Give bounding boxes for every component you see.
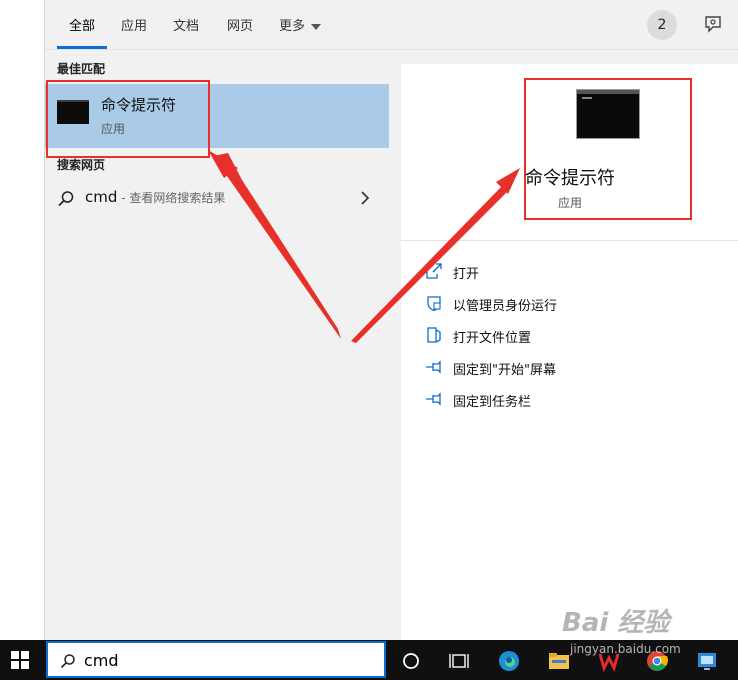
best-match-title: 命令提示符 bbox=[101, 96, 177, 114]
taskbar-search-input[interactable] bbox=[84, 649, 374, 671]
action-open[interactable]: 打开 bbox=[425, 260, 725, 284]
command-prompt-icon bbox=[57, 100, 89, 124]
detail-title: 命令提示符 bbox=[525, 168, 615, 189]
watermark-url: jingyan.baidu.com bbox=[570, 642, 681, 656]
web-query: cmd bbox=[85, 188, 118, 206]
best-match-item[interactable]: 命令提示符 应用 bbox=[45, 84, 389, 148]
search-icon bbox=[60, 654, 75, 669]
chevron-right-icon[interactable] bbox=[358, 190, 372, 206]
start-search-panel: 全部 应用 文档 网页 更多 2 最佳匹配 命令提示符 应用 搜索网页 cmd … bbox=[44, 0, 738, 640]
task-view-icon[interactable] bbox=[448, 650, 470, 672]
tab-web[interactable]: 网页 bbox=[227, 15, 253, 34]
file-explorer-icon[interactable] bbox=[548, 650, 570, 672]
feedback-icon[interactable] bbox=[703, 14, 723, 34]
action-open-file-location[interactable]: 打开文件位置 bbox=[425, 324, 725, 348]
action-run-as-admin[interactable]: 以管理员身份运行 bbox=[425, 292, 725, 316]
tab-documents[interactable]: 文档 bbox=[173, 15, 199, 34]
pin-icon bbox=[426, 392, 441, 406]
search-web-heading: 搜索网页 bbox=[57, 158, 106, 172]
rewards-badge[interactable]: 2 bbox=[647, 10, 677, 40]
watermark: Bai 经验 jingyan.baidu.com bbox=[562, 602, 681, 656]
tab-apps[interactable]: 应用 bbox=[121, 15, 147, 34]
detail-subtitle: 应用 bbox=[557, 196, 582, 210]
file-location-icon bbox=[427, 327, 441, 343]
desktop-strip bbox=[0, 0, 44, 640]
edge-browser-icon[interactable] bbox=[498, 650, 520, 672]
best-match-heading: 最佳匹配 bbox=[57, 62, 106, 76]
tab-all[interactable]: 全部 bbox=[69, 15, 95, 34]
web-result-description: - 查看网络搜索结果 bbox=[117, 191, 226, 205]
control-panel-icon[interactable] bbox=[696, 650, 718, 672]
action-open-label: 打开 bbox=[453, 267, 480, 282]
action-pin-to-taskbar[interactable]: 固定到任务栏 bbox=[425, 388, 725, 412]
cortana-icon[interactable] bbox=[400, 650, 422, 672]
detail-pane: 命令提示符 应用 打开 以管理员身份运行 打开文件位置 固定到"开始"屏幕 固定… bbox=[401, 64, 738, 640]
active-tab-indicator bbox=[57, 46, 107, 49]
action-pin-to-start-label: 固定到"开始"屏幕 bbox=[453, 363, 556, 378]
web-search-result[interactable]: cmd - 查看网络搜索结果 bbox=[45, 182, 389, 214]
shield-icon bbox=[427, 296, 441, 312]
taskbar-search-box[interactable] bbox=[46, 641, 386, 678]
tab-more-label: 更多 bbox=[279, 19, 306, 34]
chevron-down-icon bbox=[311, 23, 322, 30]
windows-start-icon[interactable] bbox=[10, 650, 30, 670]
watermark-logo: Bai 经验 bbox=[562, 608, 670, 638]
command-prompt-large-icon bbox=[577, 90, 639, 138]
search-icon bbox=[58, 191, 74, 207]
action-pin-to-start[interactable]: 固定到"开始"屏幕 bbox=[425, 356, 725, 380]
open-icon bbox=[426, 263, 442, 279]
pin-icon bbox=[426, 360, 441, 374]
search-tabs: 全部 应用 文档 网页 更多 2 bbox=[45, 0, 738, 50]
action-run-as-admin-label: 以管理员身份运行 bbox=[453, 299, 558, 314]
action-pin-to-taskbar-label: 固定到任务栏 bbox=[453, 395, 532, 410]
best-match-subtitle: 应用 bbox=[101, 122, 126, 136]
detail-header: 命令提示符 应用 bbox=[401, 64, 738, 241]
action-open-file-location-label: 打开文件位置 bbox=[453, 331, 532, 346]
tab-more[interactable]: 更多 bbox=[279, 15, 322, 34]
